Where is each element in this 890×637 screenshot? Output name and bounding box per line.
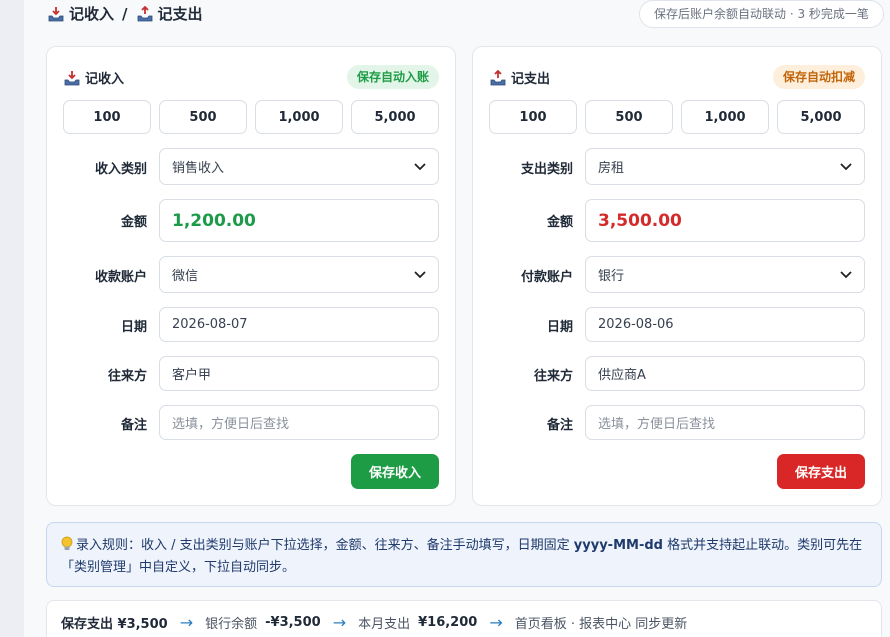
expense-card-header: 记支出 保存自动扣减 (489, 65, 865, 89)
income-party-label: 往来方 (107, 369, 147, 384)
income-category-label: 收入类别 (94, 162, 147, 177)
income-date-input[interactable]: 2026-08-07 (159, 307, 439, 342)
income-quick-amount-button[interactable]: 500 (159, 100, 247, 134)
rule-text-1: 录入规则：收入 / 支出类别与账户下拉选择，金额、往来方、备注手动填写，日期固定 (76, 538, 574, 553)
chevron-down-icon (840, 162, 852, 170)
entry-rules-notice: 录入规则：收入 / 支出类别与账户下拉选择，金额、往来方、备注手动填写，日期固定… (46, 522, 882, 587)
inbox-tray-icon (64, 70, 80, 85)
income-date-label: 日期 (120, 320, 147, 335)
right-arrow-icon: → (179, 612, 194, 632)
income-account-select[interactable]: 微信 (159, 256, 439, 293)
page-title-expense: 记支出 (157, 5, 203, 23)
expense-account-select[interactable]: 银行 (585, 256, 865, 293)
income-card-header: 记收入 保存自动入账 (63, 65, 439, 89)
income-quick-amount-button[interactable]: 1,000 (255, 100, 343, 134)
chevron-down-icon (840, 270, 852, 278)
expense-date-input[interactable]: 2026-08-06 (585, 307, 865, 342)
expense-account-label: 付款账户 (520, 270, 573, 285)
header-note-pill: 保存后账户余额自动联动 · 3 秒完成一笔 (639, 0, 884, 28)
income-quick-amounts: 100 500 1,000 5,000 (63, 100, 439, 134)
income-status-badge: 保存自动入账 (346, 65, 439, 89)
income-quick-amount-button[interactable]: 100 (63, 100, 151, 134)
expense-amount-label: 金额 (546, 215, 573, 230)
income-card: 记收入 保存自动入账 100 500 1,000 5,000 收入类别 销售收入… (46, 46, 456, 506)
expense-amount-input[interactable]: 3,500.00 (585, 199, 865, 242)
income-amount-input[interactable]: 1,200.00 (159, 199, 439, 242)
income-card-title-text: 记收入 (85, 72, 125, 87)
expense-card-title: 记支出 (489, 68, 550, 87)
chevron-down-icon (414, 270, 426, 278)
flow-step-sync: 首页看板 · 报表中心 同步更新 (514, 616, 688, 632)
expense-note-label: 备注 (546, 418, 573, 433)
save-expense-button[interactable]: 保存支出 (776, 454, 865, 489)
inbox-tray-icon (48, 6, 64, 21)
flow-step-month-value: ¥16,200 (418, 614, 478, 630)
expense-party-input[interactable]: 供应商A (585, 356, 865, 391)
income-note-input[interactable]: 选填，方便日后查找 (159, 405, 439, 440)
income-account-value: 微信 (172, 269, 199, 284)
expense-card: 记支出 保存自动扣减 100 500 1,000 5,000 支出类别 房租 金… (472, 46, 882, 506)
flow-step-month-label: 本月支出 (358, 616, 411, 632)
expense-quick-amounts: 100 500 1,000 5,000 (489, 100, 865, 134)
expense-category-value: 房租 (598, 161, 625, 176)
income-amount-label: 金额 (120, 215, 147, 230)
flow-step-save: 保存支出 ¥3,500 (61, 616, 168, 632)
left-gutter (0, 0, 24, 637)
income-category-select[interactable]: 销售收入 (159, 148, 439, 185)
expense-category-label: 支出类别 (520, 162, 573, 177)
right-arrow-icon: → (489, 612, 503, 632)
income-card-title: 记收入 (63, 68, 124, 87)
expense-note-input[interactable]: 选填，方便日后查找 (585, 405, 865, 440)
expense-account-value: 银行 (598, 269, 625, 284)
flow-step-bank-value: -¥3,500 (265, 614, 321, 630)
expense-quick-amount-button[interactable]: 1,000 (681, 100, 769, 134)
page-header: 记收入 / 记支出 保存后账户余额自动联动 · 3 秒完成一笔 (24, 0, 884, 30)
income-quick-amount-button[interactable]: 5,000 (351, 100, 439, 134)
page-title: 记收入 / 记支出 (47, 3, 203, 24)
right-arrow-icon: → (332, 612, 347, 632)
expense-quick-amount-button[interactable]: 100 (489, 100, 577, 134)
expense-status-badge: 保存自动扣减 (772, 65, 865, 89)
page-title-separator: / (122, 4, 128, 23)
flow-step-bank-label: 银行余额 (205, 616, 258, 632)
income-account-label: 收款账户 (94, 270, 147, 285)
expense-category-select[interactable]: 房租 (585, 148, 865, 185)
income-category-value: 销售收入 (172, 161, 225, 176)
expense-quick-amount-button[interactable]: 500 (585, 100, 673, 134)
income-party-input[interactable]: 客户甲 (159, 356, 439, 391)
income-note-label: 备注 (120, 418, 147, 433)
rule-date-format: yyyy-MM-dd (573, 538, 663, 553)
expense-card-title-text: 记支出 (511, 72, 551, 87)
expense-party-label: 往来方 (533, 369, 573, 384)
sync-flow-bar: 保存支出 ¥3,500 → 银行余额 -¥3,500 → 本月支出 ¥16,20… (46, 600, 882, 637)
lightbulb-icon (61, 536, 73, 550)
outbox-tray-icon (137, 5, 152, 21)
outbox-tray-icon (490, 69, 506, 85)
expense-date-label: 日期 (546, 320, 573, 335)
expense-quick-amount-button[interactable]: 5,000 (777, 100, 865, 134)
page-title-income: 记收入 (69, 5, 115, 23)
save-income-button[interactable]: 保存收入 (350, 454, 439, 489)
chevron-down-icon (414, 162, 426, 170)
